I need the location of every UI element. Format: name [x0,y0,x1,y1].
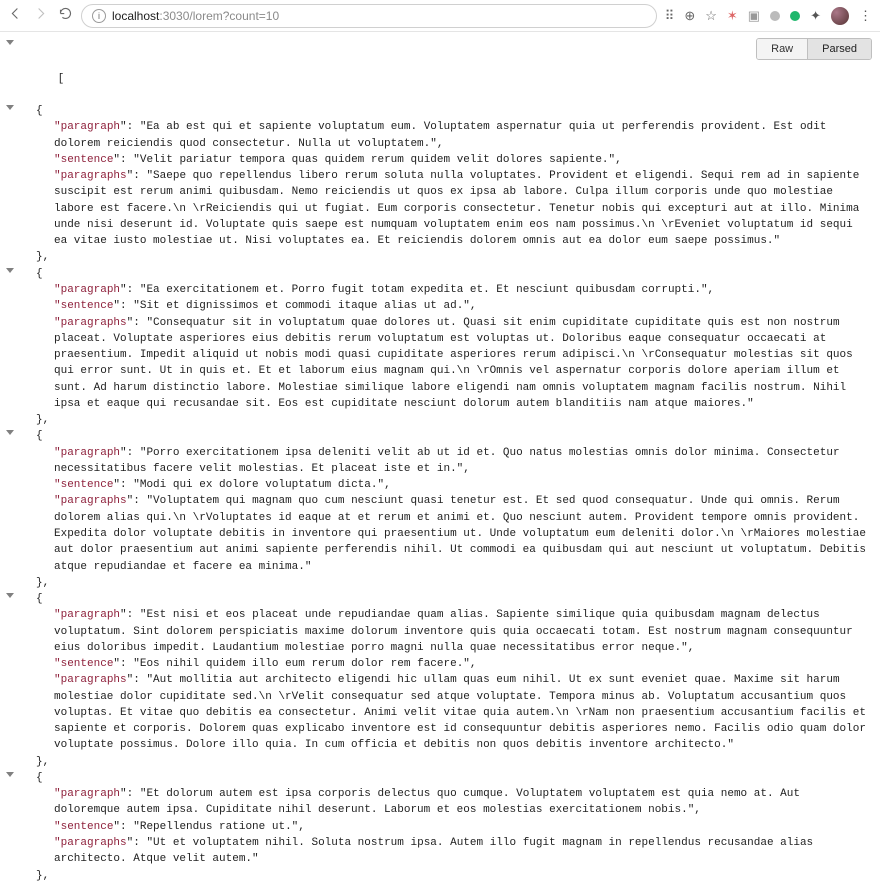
disclosure-triangle-icon[interactable] [6,430,14,435]
json-string-value: Est nisi et eos placeat unde repudiandae… [54,609,859,654]
json-property: sentenceRepellendus ratione ut. [18,819,870,835]
zoom-icon[interactable]: ⊕ [684,8,695,24]
json-property: sentenceVelit pariatur tempora quas quid… [18,152,870,168]
extension-icons: ⠿ ⊕ ☆ ✶ ▣ ✦ ⋮ [665,7,872,25]
json-key: sentence [54,154,133,166]
json-property: sentenceSit et dignissimos et commodi it… [18,298,870,314]
json-property: paragraphEa ab est qui et sapiente volup… [18,119,870,152]
json-key: sentence [54,658,133,670]
profile-avatar[interactable] [831,7,849,25]
json-key: paragraph [54,609,140,621]
object-close: }, [18,412,870,428]
json-key: paragraph [54,788,140,800]
json-key: paragraphs [54,495,146,507]
json-key: sentence [54,300,133,312]
json-string-value: Voluptatem qui magnam quo cum nesciunt q… [54,495,873,572]
disclosure-triangle-icon[interactable] [6,105,14,110]
disclosure-triangle-icon[interactable] [6,268,14,273]
object-open[interactable]: { [18,591,870,607]
json-key: paragraphs [54,674,146,686]
ext-icon-3[interactable] [770,11,780,21]
json-property: paragraphsUt et voluptatem nihil. Soluta… [18,835,870,868]
json-string-value: Et dolorum autem est ipsa corporis delec… [54,788,807,816]
url-text: localhost:3030/lorem?count=10 [112,9,279,23]
address-bar[interactable]: i localhost:3030/lorem?count=10 [81,4,657,28]
json-string-value: Ea exercitationem et. Porro fugit totam … [140,284,714,296]
json-property: paragraphEst nisi et eos placeat unde re… [18,607,870,656]
star-icon[interactable]: ☆ [705,8,717,24]
disclosure-triangle-icon[interactable] [6,40,14,45]
url-path: :3030/lorem?count=10 [159,9,279,23]
json-key: paragraphs [54,317,146,329]
json-property: paragraphEt dolorum autem est ipsa corpo… [18,786,870,819]
ext-icon-4[interactable] [790,11,800,21]
json-string-value: Ea ab est qui et sapiente voluptatum eum… [54,121,833,149]
object-close: }, [18,868,870,884]
json-string-value: Eos nihil quidem illo eum rerum dolor re… [133,658,476,670]
json-string-value: Sit et dignissimos et commodi itaque ali… [133,300,476,312]
json-string-value: Aut mollitia aut architecto eligendi hic… [54,674,873,751]
json-property: paragraphPorro exercitationem ipsa delen… [18,445,870,478]
json-key: paragraphs [54,170,146,182]
disclosure-triangle-icon[interactable] [6,593,14,598]
json-string-value: Ut et voluptatem nihil. Soluta nostrum i… [54,837,820,865]
kebab-menu-icon[interactable]: ⋮ [859,8,872,24]
browser-toolbar: i localhost:3030/lorem?count=10 ⠿ ⊕ ☆ ✶ … [0,0,880,32]
object-open[interactable]: { [18,266,870,282]
json-property: paragraphsAut mollitia aut architecto el… [18,672,870,753]
extensions-icon[interactable]: ✦ [810,8,821,24]
json-string-value: Repellendus ratione ut. [133,821,305,833]
json-key: sentence [54,821,133,833]
array-open[interactable]: [ [18,38,870,103]
object-close: }, [18,575,870,591]
json-key: paragraph [54,121,140,133]
json-key: paragraphs [54,837,146,849]
json-property: paragraphsConsequatur sit in voluptatum … [18,315,870,413]
json-string-value: Saepe quo repellendus libero rerum solut… [54,170,866,247]
json-property: paragraphsSaepe quo repellendus libero r… [18,168,870,249]
json-tree: [ {paragraphEa ab est qui et sapiente vo… [4,38,876,884]
object-close: }, [18,249,870,265]
json-string-value: Porro exercitationem ipsa deleniti velit… [54,447,846,475]
json-viewer: Raw Parsed [ {paragraphEa ab est qui et … [0,32,880,884]
site-info-icon[interactable]: i [92,9,106,23]
disclosure-triangle-icon[interactable] [6,772,14,777]
object-open[interactable]: { [18,770,870,786]
json-key: paragraph [54,447,140,459]
json-property: paragraphEa exercitationem et. Porro fug… [18,282,870,298]
json-key: sentence [54,479,133,491]
nav-buttons [8,6,73,26]
object-close: }, [18,754,870,770]
json-string-value: Velit pariatur tempora quas quidem rerum… [133,154,622,166]
forward-button[interactable] [33,6,48,26]
ext-icon-2[interactable]: ▣ [748,8,760,24]
json-property: sentenceEos nihil quidem illo eum rerum … [18,656,870,672]
json-property: paragraphsVoluptatem qui magnam quo cum … [18,493,870,574]
object-open[interactable]: { [18,428,870,444]
json-string-value: Consequatur sit in voluptatum quae dolor… [54,317,859,410]
reload-button[interactable] [58,6,73,26]
json-property: sentenceModi qui ex dolore voluptatum di… [18,477,870,493]
translate-icon[interactable]: ⠿ [665,8,675,24]
json-key: paragraph [54,284,140,296]
object-open[interactable]: { [18,103,870,119]
json-string-value: Modi qui ex dolore voluptatum dicta. [133,479,390,491]
back-button[interactable] [8,6,23,26]
url-host: localhost [112,9,159,23]
ext-icon-1[interactable]: ✶ [727,8,738,24]
